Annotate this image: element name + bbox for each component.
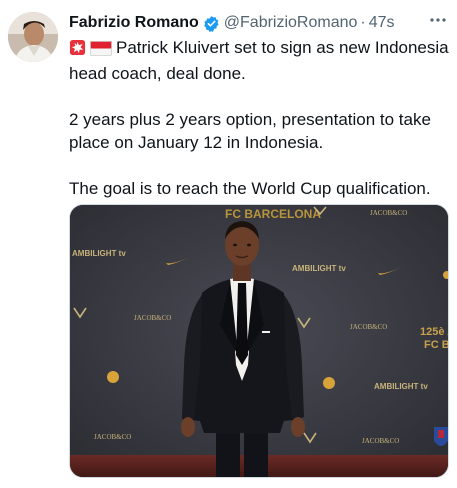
indonesia-flag-icon (90, 39, 112, 62)
ambilight-wall-text-2: AMBILIGHT tv (292, 264, 346, 273)
more-options-icon[interactable] (427, 10, 449, 30)
fcb-wall-text: FC BA (424, 339, 449, 351)
fc-barcelona-wall-text: FC BARCELONA (225, 207, 321, 221)
tweet-paragraph-1: Patrick Kluivert set to sign as new Indo… (69, 36, 453, 85)
jacob-wall-text-1: JACOB&CO (370, 209, 407, 217)
tweet-paragraph-1-text: Patrick Kluivert set to sign as new Indo… (69, 38, 449, 83)
jacob-wall-text-5: JACOB&CO (362, 437, 399, 445)
author-handle[interactable]: @FabrizioRomano (224, 14, 358, 32)
tweet-paragraph-3: The goal is to reach the World Cup quali… (69, 179, 431, 198)
collision-red-icon (69, 39, 86, 62)
jacob-wall-text-3: JACOB&CO (350, 323, 387, 331)
tweet-paragraph-2: 2 years plus 2 years option, presentatio… (69, 110, 431, 152)
tweet-photo[interactable]: FC BARCELONA AMBILIGHT tv AMBILIGHT tv A… (69, 204, 449, 478)
jacob-wall-text-2: JACOB&CO (134, 314, 171, 322)
ambilight-wall-text-3: AMBILIGHT tv (374, 382, 428, 391)
timestamp[interactable]: 47s (369, 14, 395, 32)
ambilight-wall-text-1: AMBILIGHT tv (72, 249, 126, 258)
tweet-header: Fabrizio Romano @FabrizioRomano · 47s (69, 12, 449, 34)
ballon-wall-text: 125è AN (420, 326, 449, 338)
avatar[interactable] (8, 12, 58, 62)
tweet-text: Patrick Kluivert set to sign as new Indo… (69, 36, 453, 200)
separator-dot: · (360, 14, 366, 31)
verified-badge-icon (203, 15, 220, 32)
author-name[interactable]: Fabrizio Romano (69, 14, 199, 32)
jacob-wall-text-4: JACOB&CO (94, 433, 131, 441)
